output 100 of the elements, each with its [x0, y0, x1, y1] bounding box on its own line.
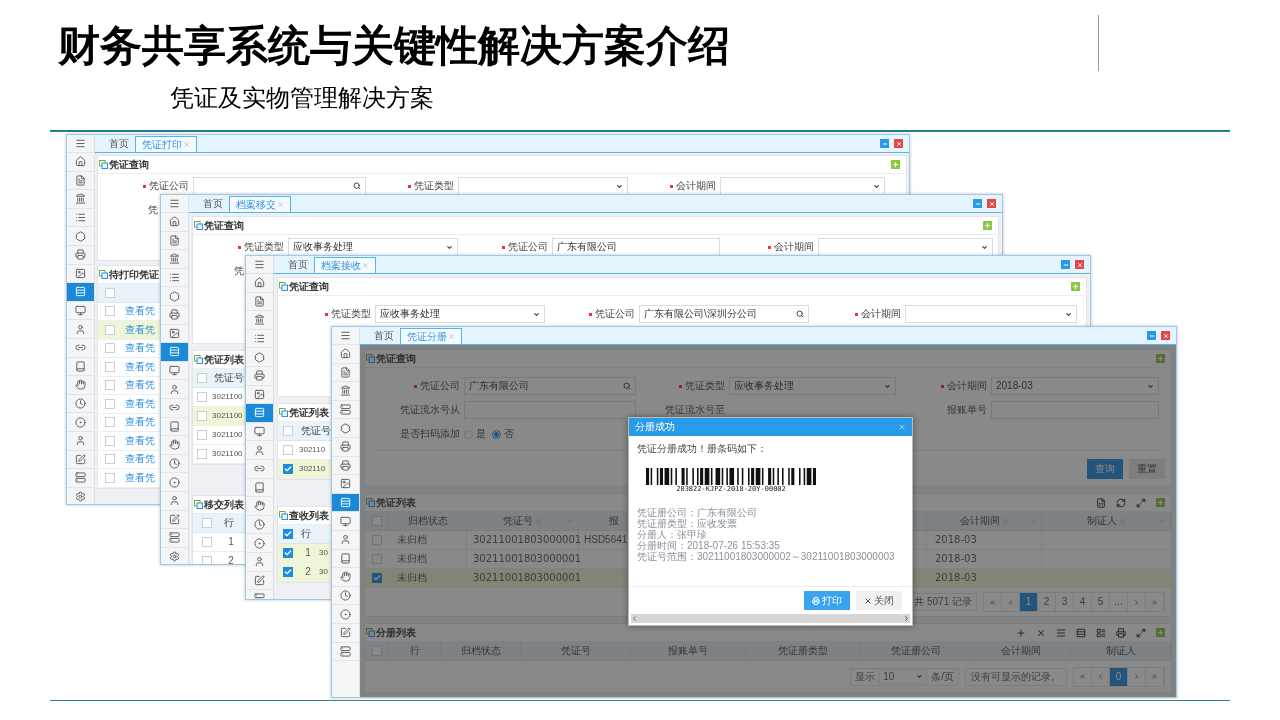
checkbox[interactable] [283, 548, 293, 558]
close-button[interactable] [987, 199, 996, 208]
view-link[interactable]: 查看凭 [122, 417, 155, 428]
minimize-button[interactable] [1061, 260, 1070, 269]
collapse-button[interactable] [1156, 498, 1165, 507]
sidebar-item[interactable] [246, 497, 273, 516]
minimize-button[interactable] [880, 139, 889, 148]
sidebar-item[interactable] [67, 190, 94, 209]
checkbox[interactable] [105, 417, 115, 428]
checkbox[interactable] [372, 573, 382, 583]
select-field[interactable]: 10 [879, 669, 928, 684]
select-field[interactable]: 应收事务处理 [729, 377, 896, 395]
view-link[interactable]: 查看凭 [122, 435, 155, 446]
sidebar-item[interactable] [161, 213, 188, 232]
checkbox[interactable] [105, 343, 115, 354]
sidebar-item[interactable] [161, 250, 188, 269]
sidebar-item[interactable] [246, 404, 273, 423]
page-button[interactable]: 1 [1020, 593, 1038, 611]
tab[interactable]: 凭证分册 [400, 328, 462, 344]
checkbox[interactable] [372, 535, 382, 545]
select-field[interactable]: 2018-03 [991, 377, 1159, 395]
tab[interactable]: 首页 [368, 328, 400, 344]
refresh-icon[interactable] [1116, 497, 1126, 508]
expand-icon[interactable] [1136, 627, 1146, 638]
checkbox[interactable] [283, 445, 293, 455]
sidebar-item[interactable] [332, 345, 359, 364]
checkbox[interactable] [105, 435, 115, 446]
close-button[interactable] [894, 139, 903, 148]
scrollbar[interactable] [631, 614, 910, 623]
sidebar-item[interactable] [332, 382, 359, 401]
checkbox[interactable] [202, 518, 212, 528]
checkbox[interactable] [105, 380, 115, 391]
view-link[interactable]: 查看凭 [122, 361, 155, 372]
collapse-button[interactable] [983, 221, 992, 230]
sidebar-item[interactable] [161, 436, 188, 455]
collapse-button[interactable] [1156, 354, 1165, 363]
checkbox[interactable] [197, 411, 207, 421]
checkbox[interactable] [197, 430, 207, 440]
select-field[interactable] [720, 177, 885, 195]
checkbox[interactable] [283, 529, 293, 539]
sidebar-item[interactable] [332, 568, 359, 587]
sidebar-item[interactable] [67, 376, 94, 395]
dialog-button[interactable]: 打印 [804, 591, 850, 610]
view-link[interactable]: 查看凭 [122, 343, 155, 354]
dialog-button[interactable]: 关闭 [856, 591, 902, 610]
checkbox[interactable] [202, 556, 212, 564]
lines-icon[interactable] [1056, 627, 1066, 638]
sidebar-item[interactable] [67, 469, 94, 488]
list-icon[interactable] [1096, 627, 1106, 638]
close-icon[interactable] [898, 423, 906, 431]
checkbox[interactable] [372, 554, 382, 564]
select-field[interactable] [818, 238, 993, 256]
checkbox[interactable] [105, 287, 115, 298]
select-field[interactable]: 应收事务处理 [288, 238, 458, 256]
checkbox[interactable] [105, 361, 115, 372]
select-field[interactable] [905, 305, 1077, 323]
search-field[interactable]: 广东有限公司\深圳分公司 [639, 305, 809, 323]
tab[interactable]: 档案接收 [314, 257, 376, 273]
checkbox[interactable] [197, 392, 207, 402]
tab[interactable]: 首页 [282, 257, 314, 273]
view-link[interactable]: 查看凭 [122, 454, 155, 465]
view-link[interactable]: 查看凭 [122, 380, 155, 391]
expand-icon[interactable] [1136, 497, 1146, 508]
printer-icon[interactable] [1116, 627, 1126, 638]
view-link[interactable]: 查看凭 [122, 398, 155, 409]
checkbox[interactable] [105, 324, 115, 335]
checkbox[interactable] [105, 306, 115, 317]
sidebar-item[interactable] [246, 311, 273, 330]
collapse-button[interactable] [891, 160, 900, 169]
checkbox[interactable] [283, 464, 293, 474]
checkbox[interactable] [105, 398, 115, 409]
radio-button[interactable] [492, 429, 501, 439]
close-button[interactable] [1161, 331, 1170, 340]
close-button[interactable] [1075, 260, 1084, 269]
tab[interactable]: 首页 [197, 196, 229, 212]
checkbox[interactable] [202, 537, 212, 547]
sidebar-item[interactable] [67, 153, 94, 172]
view-link[interactable]: 查看凭 [122, 472, 155, 483]
view-link[interactable]: 查看凭 [122, 306, 155, 317]
minimize-button[interactable] [1147, 331, 1156, 340]
checkbox[interactable] [371, 516, 382, 526]
search-field[interactable]: 广东有限公司 [464, 377, 636, 395]
sidebar-item[interactable] [161, 343, 188, 362]
tab[interactable]: 档案移交 [229, 196, 291, 212]
checkbox[interactable] [105, 472, 115, 483]
query-button[interactable]: 查询 [1087, 458, 1123, 479]
delete-icon[interactable] [1036, 627, 1046, 638]
add-icon[interactable] [1016, 627, 1026, 638]
sidebar-item[interactable] [246, 274, 273, 293]
checkbox[interactable] [283, 426, 293, 436]
collapse-button[interactable] [1071, 282, 1080, 291]
sidebar-item[interactable] [161, 529, 188, 548]
checkbox[interactable] [197, 449, 207, 459]
select-field[interactable]: 应收事务处理 [375, 305, 545, 323]
search-field[interactable] [193, 177, 366, 195]
page-button[interactable]: 0 [1110, 667, 1128, 686]
rows-icon[interactable] [1076, 627, 1086, 638]
checkbox[interactable] [197, 373, 207, 383]
select-field[interactable] [458, 177, 628, 195]
minimize-button[interactable] [973, 199, 982, 208]
